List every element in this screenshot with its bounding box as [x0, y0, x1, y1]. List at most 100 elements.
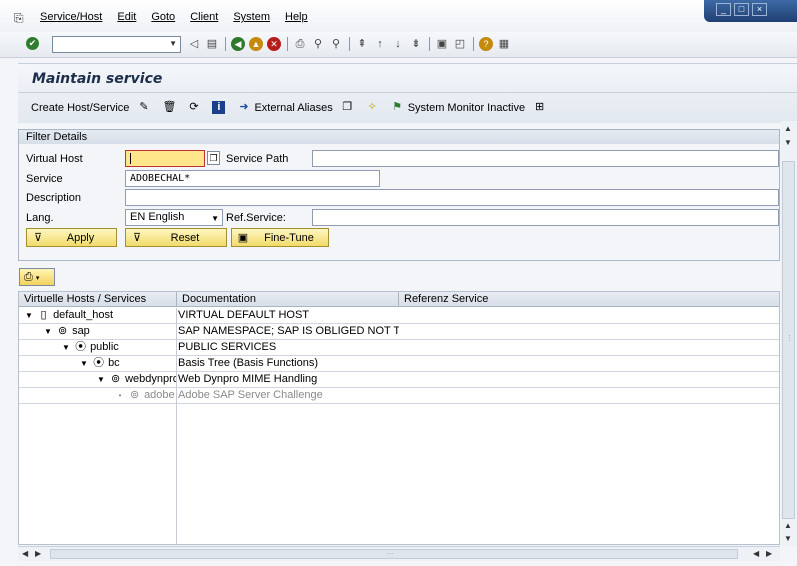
close-button[interactable]: × — [752, 3, 767, 16]
reset-filter-icon: ⊽ — [132, 232, 142, 244]
host-icon: ▯ — [40, 309, 47, 321]
refresh-button[interactable]: ⟳ — [187, 101, 204, 114]
find-next-icon[interactable]: ⚲ — [329, 37, 343, 51]
tree-print-button[interactable]: ⎙ ▾ — [19, 268, 55, 286]
system-menu-icon[interactable]: ⎘ — [14, 11, 24, 26]
vertical-scrollbar[interactable]: ▲ ▼ ⋮ ▲ ▼ — [781, 121, 797, 546]
service-value: ADOBECHAL* — [130, 173, 191, 184]
copy-button[interactable]: ❐ — [341, 101, 358, 114]
menu-help[interactable]: Help — [285, 11, 308, 23]
find-icon[interactable]: ⚲ — [311, 37, 325, 51]
first-page-icon[interactable]: ⇞ — [355, 37, 369, 51]
tree-row-webdynpro[interactable]: ▼ ⊚ webdynpro Web Dynpro MIME Handling — [19, 372, 779, 388]
delete-button[interactable]: 🗑 — [162, 101, 179, 114]
tree-row-adobe[interactable]: • ⊚ adobe Adobe SAP Server Challenge — [19, 388, 779, 404]
hierarchy-button[interactable]: ⊞ — [533, 101, 550, 114]
external-aliases-button[interactable]: ➜ External Aliases — [237, 101, 332, 114]
scroll-thumb[interactable]: ⋮ — [782, 161, 795, 519]
window-controls: _ □ × — [704, 0, 797, 22]
service-node-icon: ⊚ — [129, 389, 140, 401]
horizontal-scrollbar[interactable]: ◀ ▶ ⋯ ◀ ▶ — [18, 546, 780, 561]
ref-service-field[interactable] — [312, 209, 779, 226]
tree-row-sap[interactable]: ▼ ⊚ sap SAP NAMESPACE; SAP IS OBLIGED NOT… — [19, 324, 779, 340]
scroll-right-icon[interactable]: ▶ — [35, 549, 41, 558]
service-node-icon: ⦿ — [75, 341, 87, 353]
scroll-down-icon[interactable]: ▼ — [784, 534, 792, 543]
refresh-icon: ⟳ — [189, 101, 199, 113]
fine-tune-button[interactable]: ▣ Fine-Tune — [231, 228, 329, 247]
fine-tune-icon: ▣ — [237, 232, 249, 244]
filter-details-header: Filter Details — [19, 130, 779, 144]
save-icon[interactable]: ▤ — [205, 37, 219, 51]
create-host-service-button[interactable]: Create Host/Service — [31, 102, 129, 114]
scroll-up-icon[interactable]: ▲ — [784, 521, 792, 530]
filter-icon: ⊽ — [33, 232, 43, 244]
tree-row-default-host[interactable]: ▼ ▯ default_host VIRTUAL DEFAULT HOST — [19, 308, 779, 324]
info-button[interactable]: i — [212, 101, 229, 114]
menu-bar: ⎘ Service/Host Edit Goto Client System H… — [0, 0, 797, 32]
collapse-icon[interactable]: ▼ — [96, 372, 106, 387]
chevron-down-icon[interactable]: ▼ — [211, 211, 219, 226]
reset-button[interactable]: ⊽ Reset — [125, 228, 227, 247]
scroll-down-icon[interactable]: ▼ — [784, 138, 792, 147]
yellow-exit-icon[interactable]: ▲ — [249, 37, 263, 51]
enter-icon[interactable]: ✔ — [26, 37, 39, 50]
print-icon[interactable]: ⎙ — [293, 37, 307, 51]
scroll-left-icon[interactable]: ◀ — [22, 549, 28, 558]
node-documentation: Web Dynpro MIME Handling — [178, 373, 318, 385]
value-help-icon[interactable]: ❐ — [207, 151, 220, 165]
shortcut-icon[interactable]: ◰ — [453, 37, 467, 51]
service-node-icon: ⊚ — [110, 373, 121, 385]
next-page-icon[interactable]: ↓ — [391, 37, 405, 51]
virtual-host-field[interactable] — [125, 150, 205, 167]
copy-icon: ❐ — [342, 101, 353, 113]
language-select[interactable]: EN English ▼ — [125, 209, 223, 226]
menu-client[interactable]: Client — [190, 11, 218, 23]
grip-icon: ⋮ — [786, 335, 793, 342]
application-toolbar: Create Host/Service ✎ 🗑 ⟳ i ➜ External A… — [31, 101, 558, 114]
apply-button[interactable]: ⊽ Apply — [26, 228, 117, 247]
menu-system[interactable]: System — [233, 11, 270, 23]
menu-list: Service/Host Edit Goto Client System Hel… — [40, 11, 323, 23]
green-back-icon[interactable]: ◀ — [231, 37, 245, 51]
service-path-field[interactable] — [312, 150, 779, 167]
maximize-button[interactable]: □ — [734, 3, 749, 16]
scroll-up-icon[interactable]: ▲ — [784, 124, 792, 133]
menu-edit[interactable]: Edit — [117, 11, 136, 23]
menu-goto[interactable]: Goto — [151, 11, 175, 23]
edit-button[interactable]: ✎ — [137, 101, 154, 114]
collapse-icon[interactable]: ▼ — [79, 356, 89, 371]
tree-row-public[interactable]: ▼ ⦿ public PUBLIC SERVICES — [19, 340, 779, 356]
last-page-icon[interactable]: ⇟ — [409, 37, 423, 51]
column-header-reference-service[interactable]: Referenz Service — [399, 292, 779, 307]
node-documentation: PUBLIC SERVICES — [178, 341, 277, 353]
info-icon: i — [212, 101, 226, 114]
print-icon: ⎙ — [24, 271, 33, 283]
collapse-icon[interactable]: ▼ — [24, 308, 34, 323]
column-header-documentation[interactable]: Documentation — [177, 292, 399, 307]
create-session-icon[interactable]: ▣ — [435, 37, 449, 51]
collapse-icon[interactable]: ▼ — [61, 340, 71, 355]
chevron-down-icon[interactable]: ▼ — [169, 39, 177, 48]
toolbar-separator — [287, 37, 288, 51]
wand-icon: ✧ — [367, 101, 377, 113]
back-icon[interactable]: ◁ — [187, 37, 201, 51]
scroll-right-icon[interactable]: ▶ — [766, 549, 772, 558]
help-icon[interactable]: ? — [479, 37, 493, 51]
wizard-button[interactable]: ✧ — [366, 101, 383, 114]
description-field[interactable] — [125, 189, 779, 206]
command-field[interactable]: ▼ — [52, 36, 181, 53]
menu-service-host[interactable]: Service/Host — [40, 11, 102, 23]
minimize-button[interactable]: _ — [716, 3, 731, 16]
system-monitor-button[interactable]: ⚑ System Monitor Inactive — [391, 101, 525, 114]
service-field[interactable]: ADOBECHAL* — [125, 170, 380, 187]
previous-page-icon[interactable]: ↑ — [373, 37, 387, 51]
red-cancel-icon[interactable]: ✕ — [267, 37, 281, 51]
collapse-icon[interactable]: ▼ — [43, 324, 53, 339]
scroll-left-icon[interactable]: ◀ — [753, 549, 759, 558]
trash-icon: 🗑 — [162, 101, 177, 113]
tree-row-bc[interactable]: ▼ ⦿ bc Basis Tree (Basis Functions) — [19, 356, 779, 372]
column-header-hosts[interactable]: Virtuelle Hosts / Services — [19, 292, 177, 307]
scroll-thumb[interactable]: ⋯ — [50, 549, 738, 559]
customize-layout-icon[interactable]: ▦ — [497, 37, 511, 51]
